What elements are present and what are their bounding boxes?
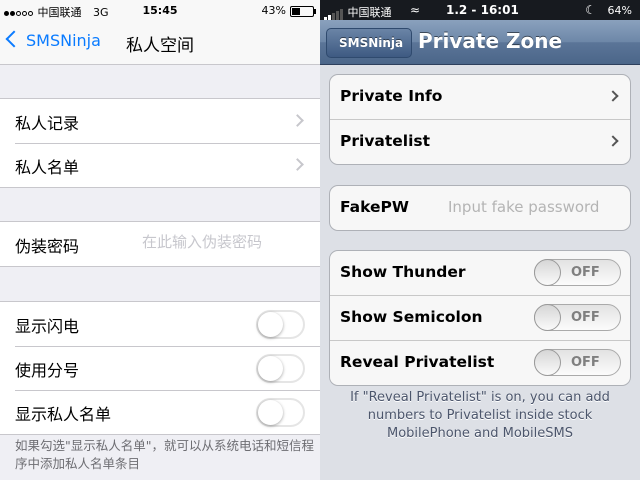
row-label: 显示私人名单 xyxy=(15,405,112,424)
carrier-name: 中国联通 xyxy=(347,6,392,19)
reveal-privatelist-switch[interactable] xyxy=(256,398,305,427)
password-group: FakePW xyxy=(329,185,631,231)
row-label: FakePW xyxy=(340,198,410,216)
switch-state-label: OFF xyxy=(571,355,600,370)
row-label: 私人记录 xyxy=(15,114,80,133)
switch-knob xyxy=(258,312,283,337)
row-show-semicolon: Show Semicolon OFF xyxy=(330,295,630,340)
row-label: Show Thunder xyxy=(340,263,466,281)
nav-group: Private Info Privatelist xyxy=(329,74,631,165)
navigation-bar: SMSNinja Private Zone xyxy=(320,20,640,65)
row-use-semicolon: 使用分号 xyxy=(0,346,320,390)
row-privatelist[interactable]: Privatelist xyxy=(330,119,630,164)
page-title: 私人空间 xyxy=(126,36,194,56)
toggles-group: Show Thunder OFF Show Semicolon OFF Reve… xyxy=(329,250,631,386)
chevron-right-icon xyxy=(291,158,304,171)
show-thunder-switch[interactable]: OFF xyxy=(534,259,621,286)
row-private-records[interactable]: 私人记录 xyxy=(0,99,320,143)
reveal-privatelist-switch[interactable]: OFF xyxy=(534,349,621,376)
status-bar: 中国联通 3G 15:45 43% xyxy=(0,0,320,20)
back-button[interactable]: SMSNinja xyxy=(326,28,413,58)
row-fake-password: 伪装密码 xyxy=(0,222,320,266)
ios6-screen: 中国联通 ≈ 1.2 - 16:01 ☾ 64% SMSNinja Privat… xyxy=(320,0,640,480)
fake-password-input[interactable] xyxy=(140,232,304,252)
ios7-screen: 中国联通 3G 15:45 43% SMSNinja 私人空间 私人记录 私人名… xyxy=(0,0,320,480)
password-group: 伪装密码 xyxy=(0,221,320,267)
status-bar: 中国联通 ≈ 1.2 - 16:01 ☾ 64% xyxy=(320,0,640,20)
switch-knob xyxy=(258,400,283,425)
back-button-label: SMSNinja xyxy=(26,31,101,50)
switch-knob xyxy=(534,304,561,331)
battery-icon xyxy=(290,6,316,17)
row-label: 显示闪电 xyxy=(15,317,80,336)
show-thunder-switch[interactable] xyxy=(256,310,305,339)
wifi-icon: ≈ xyxy=(410,3,421,17)
footer-note: 如果勾选"显示私人名单"，就可以从系统电话和短信程序中添加私人名单条目 xyxy=(15,438,315,471)
switch-state-label: OFF xyxy=(571,265,600,280)
row-reveal-privatelist: Reveal Privatelist OFF xyxy=(330,340,630,385)
row-show-thunder: 显示闪电 xyxy=(0,302,320,346)
battery-fill xyxy=(292,8,300,15)
row-show-thunder: Show Thunder OFF xyxy=(330,251,630,295)
toggles-group: 显示闪电 使用分号 显示私人名单 xyxy=(0,301,320,435)
row-label: Private Info xyxy=(340,87,443,105)
chevron-right-icon xyxy=(291,114,304,127)
battery-percent: 43% xyxy=(261,4,286,17)
battery-percent: 64% xyxy=(607,4,632,17)
row-private-list[interactable]: 私人名单 xyxy=(0,143,320,187)
row-label: 私人名单 xyxy=(15,158,80,177)
row-fake-password: FakePW xyxy=(330,186,630,230)
footer-note: If "Reveal Privatelist" is on, you can a… xyxy=(350,390,610,441)
chevron-right-icon xyxy=(607,90,619,102)
use-semicolon-switch[interactable] xyxy=(256,354,305,383)
switch-knob xyxy=(534,259,561,286)
switch-state-label: OFF xyxy=(571,310,600,325)
row-reveal-privatelist: 显示私人名单 xyxy=(0,390,320,434)
chevron-left-icon xyxy=(5,30,23,48)
back-button[interactable]: SMSNinja xyxy=(5,30,101,50)
chevron-right-icon xyxy=(607,135,619,147)
switch-knob xyxy=(258,356,283,381)
row-label: Privatelist xyxy=(340,132,431,150)
row-label: 伪装密码 xyxy=(15,237,80,256)
moon-icon: ☾ xyxy=(585,3,596,17)
switch-knob xyxy=(534,349,561,376)
fake-password-input[interactable] xyxy=(446,197,626,217)
page-title: Private Zone xyxy=(418,29,563,53)
navigation-bar: SMSNinja 私人空间 xyxy=(0,20,320,65)
row-label: 使用分号 xyxy=(15,361,80,380)
row-label: Reveal Privatelist xyxy=(340,353,495,371)
row-label: Show Semicolon xyxy=(340,308,483,326)
signal-strength-icon xyxy=(324,6,344,20)
nav-group: 私人记录 私人名单 xyxy=(0,98,320,188)
show-semicolon-switch[interactable]: OFF xyxy=(534,304,621,331)
row-private-info[interactable]: Private Info xyxy=(330,75,630,119)
status-time: 1.2 - 16:01 xyxy=(446,3,519,17)
